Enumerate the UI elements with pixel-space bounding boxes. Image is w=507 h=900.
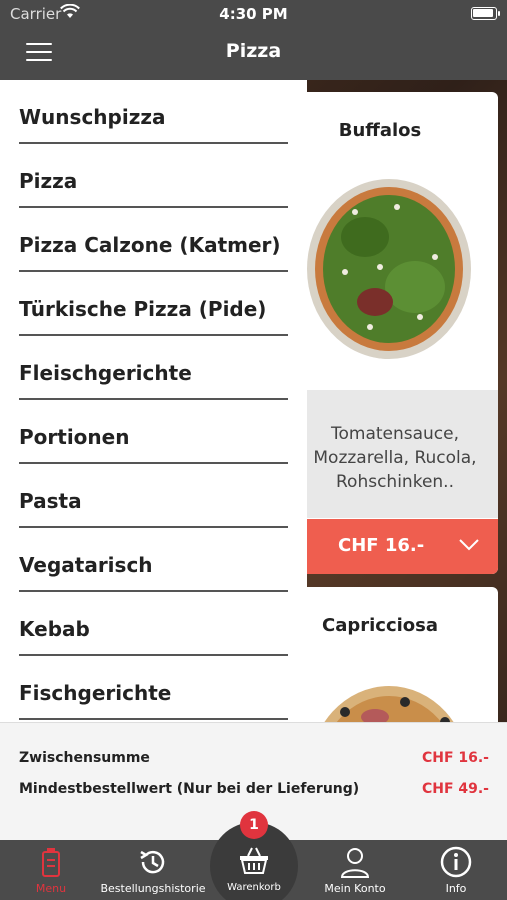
cart-count-badge: 1: [240, 811, 268, 839]
tab-history-label: Bestellungshistorie: [100, 882, 206, 895]
clock: 4:30 PM: [219, 5, 288, 23]
product-name: Capricciosa: [321, 615, 439, 636]
battery-tip: [498, 11, 500, 16]
page-title: Pizza: [225, 40, 282, 62]
drawer-item-label: Portionen: [19, 425, 130, 449]
basket-icon: [240, 847, 268, 874]
drawer-item-vegatarisch[interactable]: Vegatarisch: [19, 528, 288, 592]
pizza-image: [307, 179, 471, 359]
drawer-item-portionen[interactable]: Portionen: [19, 400, 288, 464]
minimum-order-row: Mindestbestellwert (Nur bei der Lieferun…: [19, 781, 489, 797]
drawer-item-label: Fleischgerichte: [19, 361, 192, 385]
drawer-item-fleischgerichte[interactable]: Fleischgerichte: [19, 336, 288, 400]
drawer-item-label: Türkische Pizza (Pide): [19, 297, 267, 321]
tab-order-history[interactable]: Bestellungshistorie: [100, 840, 206, 900]
user-icon: [340, 848, 370, 878]
tab-account[interactable]: Mein Konto: [310, 840, 400, 900]
drawer-item-label: Pizza: [19, 169, 78, 193]
drawer-item-label: Fischgerichte: [19, 681, 172, 705]
subtotal-row: Zwischensumme CHF 16.-: [19, 750, 489, 766]
drawer-item-label: Pizza Calzone (Katmer): [19, 233, 281, 257]
tab-info-label: Info: [445, 882, 467, 895]
top-bar: Carrier 4:30 PM Pizza: [0, 0, 507, 80]
status-bar: Carrier 4:30 PM: [0, 0, 507, 28]
drawer-item-pasta[interactable]: Pasta: [19, 464, 288, 528]
drawer-item-kebab[interactable]: Kebab: [19, 592, 288, 656]
drawer-item-label: Kebab: [19, 617, 90, 641]
drawer-item-pizza[interactable]: Pizza: [19, 144, 288, 208]
battery-icon: [471, 7, 497, 20]
chevron-down-icon: [459, 539, 479, 551]
minimum-order-label: Mindestbestellwert (Nur bei der Lieferun…: [19, 781, 360, 797]
tab-info[interactable]: Info: [420, 840, 492, 900]
subtotal-label: Zwischensumme: [19, 750, 150, 766]
drawer-item-pizza-calzone[interactable]: Pizza Calzone (Katmer): [19, 208, 288, 272]
info-icon: [440, 846, 472, 878]
drawer-item-wunschpizza[interactable]: Wunschpizza: [19, 80, 288, 144]
drawer-item-label: Vegatarisch: [19, 553, 153, 577]
drawer-item-fischgerichte[interactable]: Fischgerichte: [19, 656, 288, 720]
tab-cart-label: Warenkorb: [227, 882, 281, 893]
minimum-order-value: CHF 49.-: [421, 781, 489, 797]
drawer-item-tuerkische-pizza[interactable]: Türkische Pizza (Pide): [19, 272, 288, 336]
product-description: Tomatensauce, Mozzarella, Rucola, Rohsch…: [313, 424, 477, 492]
menu-card-icon: [42, 848, 60, 877]
subtotal-value: CHF 16.-: [421, 750, 489, 766]
category-drawer: Wunschpizza Pizza Pizza Calzone (Katmer)…: [0, 80, 307, 722]
pizza-image: [324, 686, 454, 722]
tab-account-label: Mein Konto: [324, 882, 386, 895]
drawer-item-label: Wunschpizza: [19, 105, 166, 129]
tab-menu-label: Menu: [35, 882, 67, 895]
drawer-item-label: Pasta: [19, 489, 82, 513]
product-name: Buffalos: [338, 120, 422, 141]
tab-menu[interactable]: Menu: [10, 840, 92, 900]
product-price: CHF 16.-: [338, 535, 425, 556]
history-icon: [140, 850, 165, 874]
